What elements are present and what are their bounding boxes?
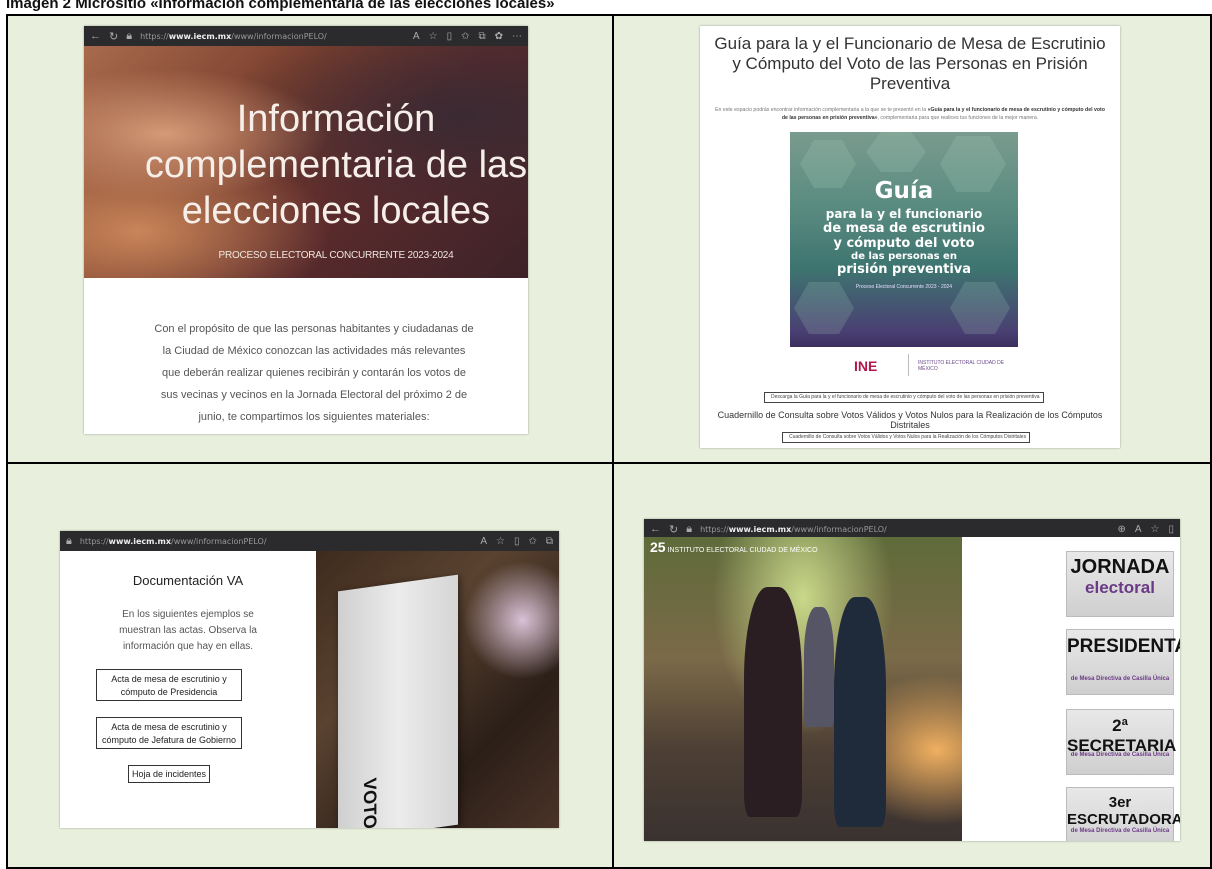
cover-line: y cómputo del voto <box>833 236 975 251</box>
intro-section: Con el propósito de que las personas hab… <box>84 278 528 434</box>
person-silhouette <box>804 607 834 727</box>
favorites-icon[interactable]: ✩ <box>528 536 536 547</box>
acta-presidencia-button[interactable]: Acta de mesa de escrutinio y cómputo de … <box>96 669 242 701</box>
split-screen-icon[interactable]: ▯ <box>514 536 520 547</box>
address-bar[interactable]: https://www.iecm.mx/www/informacionPELO/ <box>140 32 327 41</box>
video-card[interactable]: 2ª SECRETARIA de Mesa Directiva de Casil… <box>1066 709 1176 775</box>
hero-title-line3: elecciones locales <box>181 190 491 232</box>
favorite-star-icon[interactable]: ☆ <box>496 536 505 547</box>
extensions-icon[interactable]: ✿ <box>495 31 503 42</box>
collections-icon[interactable]: ⧉ <box>478 31 485 42</box>
browser-toolbar: ← ↻ 🔒︎ https://www.iecm.mx/www/informaci… <box>84 26 528 46</box>
more-menu-icon[interactable]: ⋯ <box>512 31 522 42</box>
cover-line: de las personas en <box>851 251 957 262</box>
screenshot-guide-page: Guía para la y el Funcionario de Mesa de… <box>700 26 1120 448</box>
guide-description: En este espacio podrás encontrar informa… <box>715 107 1105 121</box>
students-photo: 25 INSTITUTO ELECTORAL CIUDAD DE MÉXICO <box>644 537 962 841</box>
favorite-star-icon[interactable]: ☆ <box>429 31 438 42</box>
hero-title-line1: Información <box>236 98 436 140</box>
hoja-incidentes-button[interactable]: Hoja de incidentes <box>128 765 210 783</box>
address-bar[interactable]: https://www.iecm.mx/www/informacionPELO/ <box>700 525 887 534</box>
screenshot-landing: ← ↻ 🔒︎ https://www.iecm.mx/www/informaci… <box>84 26 528 434</box>
read-aloud-icon[interactable]: A <box>413 31 420 42</box>
person-silhouette <box>744 587 802 817</box>
back-icon[interactable]: ← <box>650 523 661 535</box>
favorites-icon[interactable]: ✩ <box>461 31 469 42</box>
download-guide-button[interactable]: Descarga la Guía para la y el funcionari… <box>764 392 1044 403</box>
grid-divider-horizontal <box>8 462 1212 464</box>
ballot-box: VOTO <box>338 574 458 828</box>
cover-process-label: Proceso Electoral Concurrente 2023 - 202… <box>855 284 953 290</box>
ine-logo: INE <box>854 358 878 374</box>
hero-title-line2: complementaria de las <box>144 144 528 186</box>
read-aloud-icon[interactable]: A <box>1135 524 1142 535</box>
documentation-panel: Documentación VA En los siguientes ejemp… <box>60 551 316 828</box>
hexagon-shape <box>866 132 926 172</box>
cover-line: para la y el funcionario <box>825 207 983 221</box>
hero-subtitle: PROCESO ELECTORAL CONCURRENTE 2023-2024 <box>218 250 454 261</box>
browser-toolbar: 🔒︎ https://www.iecm.mx/www/informacionPE… <box>60 531 559 551</box>
cuadernillo-button[interactable]: Cuadernillo de Consulta sobre Votos Váli… <box>782 432 1030 443</box>
browser-toolbar: ← ↻ 🔒︎ https://www.iecm.mx/www/informaci… <box>644 519 1180 539</box>
reload-icon[interactable]: ↻ <box>669 523 678 536</box>
figure-caption: Imagen 2 Micrositio «Información complem… <box>6 0 555 12</box>
screenshot-documentation: 🔒︎ https://www.iecm.mx/www/informacionPE… <box>60 531 559 828</box>
acta-jefatura-button[interactable]: Acta de mesa de escrutinio y cómputo de … <box>96 717 242 749</box>
back-icon[interactable]: ← <box>90 30 101 42</box>
ballot-box-text: VOTO <box>359 776 380 828</box>
video-card[interactable]: 3er ESCRUTADORA de Mesa Directiva de Cas… <box>1066 787 1180 841</box>
iecm-logo: INSTITUTO ELECTORAL CIUDAD DE MÉXICO <box>918 360 1005 372</box>
section-paragraph: En los siguientes ejemplos se muestran l… <box>119 609 257 652</box>
guide-cover-image[interactable]: Guía para la y el funcionario de mesa de… <box>790 132 1018 382</box>
page-title: Guía para la y el Funcionario de Mesa de… <box>714 34 1106 93</box>
hero-banner: Información complementaria de las elecci… <box>84 46 528 278</box>
reload-icon[interactable]: ↻ <box>109 30 118 43</box>
split-screen-icon[interactable]: ▯ <box>447 31 453 42</box>
materials-sidebar: JORNADA electoral PRESIDENTA de Mesa Dir… <box>962 537 1180 841</box>
logo-divider <box>908 354 909 376</box>
split-screen-icon[interactable]: ▯ <box>1168 524 1174 535</box>
card-caption <box>1064 537 1176 542</box>
intro-paragraph: Con el propósito de que las personas hab… <box>154 323 474 423</box>
video-card[interactable]: JORNADA electoral <box>1066 551 1174 617</box>
lock-icon: 🔒︎ <box>66 534 72 547</box>
lock-icon: 🔒︎ <box>126 29 133 42</box>
section-subtitle: Cuadernillo de Consulta sobre Votos Váli… <box>717 410 1103 430</box>
ballot-box-photo: VOTO <box>316 551 559 828</box>
read-aloud-icon[interactable]: A <box>480 536 487 547</box>
section-heading: Documentación VA <box>132 573 244 588</box>
iecm-logo: 25 INSTITUTO ELECTORAL CIUDAD DE MÉXICO <box>650 539 818 555</box>
cover-line: prisión preventiva <box>836 262 972 277</box>
favorite-star-icon[interactable]: ☆ <box>1151 524 1160 535</box>
video-card[interactable]: PRESIDENTA de Mesa Directiva de Casilla … <box>1066 629 1180 695</box>
cover-title: Guía <box>874 178 934 204</box>
screenshot-election-day: ← ↻ 🔒︎ https://www.iecm.mx/www/informaci… <box>644 519 1180 841</box>
lock-icon: 🔒︎ <box>686 522 693 535</box>
cover-line: de mesa de escrutinio <box>823 221 985 236</box>
zoom-icon[interactable]: ⊕ <box>1117 524 1125 535</box>
address-bar[interactable]: https://www.iecm.mx/www/informacionPELO/ <box>80 537 267 546</box>
collections-icon[interactable]: ⧉ <box>546 536 553 547</box>
person-silhouette <box>834 597 886 827</box>
grid-divider-vertical <box>612 16 614 869</box>
